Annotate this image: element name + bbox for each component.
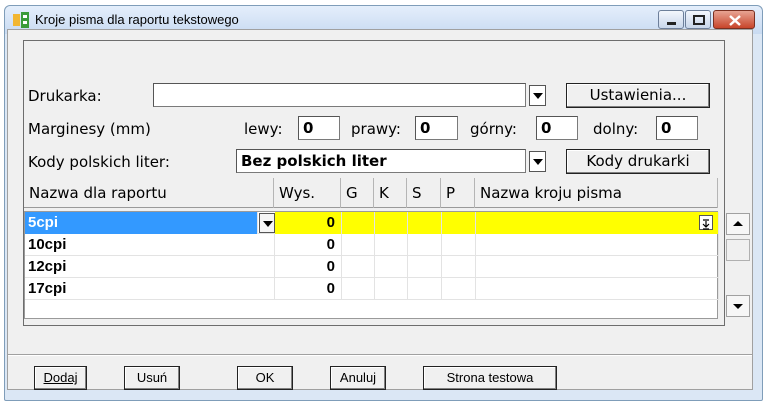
scroll-thumb[interactable] bbox=[726, 239, 750, 261]
g-cell[interactable] bbox=[342, 256, 375, 278]
printer-label: Drukarka: bbox=[28, 87, 102, 105]
s-cell[interactable] bbox=[408, 212, 442, 234]
printer-dropdown-button[interactable] bbox=[529, 85, 546, 106]
font-name-cell[interactable] bbox=[476, 212, 719, 234]
maximize-button[interactable] bbox=[685, 10, 711, 29]
row-dropdown-button[interactable] bbox=[259, 213, 275, 233]
scroll-up-button[interactable] bbox=[726, 213, 750, 235]
table-row[interactable]: 17cpi 0 bbox=[25, 278, 719, 300]
close-button[interactable] bbox=[713, 10, 755, 29]
maximize-icon bbox=[693, 15, 705, 25]
k-cell[interactable] bbox=[375, 278, 408, 300]
s-cell[interactable] bbox=[408, 256, 442, 278]
right-margin-field[interactable]: 0 bbox=[415, 116, 458, 140]
header-height[interactable]: Wys. bbox=[274, 178, 341, 208]
g-cell[interactable] bbox=[342, 234, 375, 256]
chevron-down-icon bbox=[533, 93, 543, 99]
add-button[interactable]: Dodaj bbox=[34, 366, 87, 390]
height-cell[interactable]: 0 bbox=[275, 212, 342, 234]
download-arrow-icon bbox=[702, 219, 710, 230]
height-cell[interactable]: 0 bbox=[275, 234, 342, 256]
cancel-button-label: Anuluj bbox=[339, 370, 377, 385]
right-margin-label: prawy: bbox=[351, 120, 401, 138]
remove-button[interactable]: Usuń bbox=[124, 366, 180, 390]
header-k[interactable]: K bbox=[374, 178, 407, 208]
table-row[interactable]: 5cpi 0 bbox=[25, 212, 719, 234]
ok-button[interactable]: OK bbox=[237, 366, 293, 390]
header-g[interactable]: G bbox=[341, 178, 374, 208]
header-s[interactable]: S bbox=[407, 178, 441, 208]
printer-codes-button[interactable]: Kody drukarki bbox=[566, 149, 710, 174]
k-cell[interactable] bbox=[375, 256, 408, 278]
minimize-button[interactable] bbox=[658, 10, 684, 29]
font-grid: 5cpi 0 10cpi 0 12cpi 0 17cpi 0 bbox=[24, 211, 719, 319]
p-cell[interactable] bbox=[442, 234, 476, 256]
table-row[interactable]: 12cpi 0 bbox=[25, 256, 719, 278]
scroll-down-button[interactable] bbox=[726, 295, 750, 317]
font-picker-button[interactable] bbox=[699, 215, 713, 230]
remove-button-label: Usuń bbox=[136, 370, 168, 385]
grid-header: Nazwa dla raportu Wys. G K S P Nazwa kro… bbox=[24, 178, 718, 208]
chevron-down-icon bbox=[733, 304, 743, 309]
polish-codes-combo-field[interactable]: Bez polskich liter bbox=[236, 149, 526, 173]
header-report-name[interactable]: Nazwa dla raportu bbox=[24, 178, 274, 208]
height-cell[interactable]: 0 bbox=[275, 278, 342, 300]
font-name-cell[interactable] bbox=[476, 256, 719, 278]
separator bbox=[8, 354, 752, 356]
report-name-cell[interactable]: 12cpi bbox=[25, 256, 275, 278]
s-cell[interactable] bbox=[408, 234, 442, 256]
chevron-down-icon bbox=[263, 221, 273, 227]
polish-codes-dropdown-button[interactable] bbox=[529, 151, 546, 172]
settings-button[interactable]: Ustawienia... bbox=[566, 83, 710, 108]
report-name-cell[interactable]: 10cpi bbox=[25, 234, 275, 256]
bottom-margin-field[interactable]: 0 bbox=[656, 116, 698, 140]
top-margin-field[interactable]: 0 bbox=[536, 116, 578, 140]
header-p[interactable]: P bbox=[441, 178, 475, 208]
left-margin-field[interactable]: 0 bbox=[298, 116, 340, 140]
g-cell[interactable] bbox=[342, 278, 375, 300]
g-cell[interactable] bbox=[342, 212, 375, 234]
grid-scrollbar[interactable] bbox=[726, 213, 750, 317]
s-cell[interactable] bbox=[408, 278, 442, 300]
header-font-name[interactable]: Nazwa kroju pisma bbox=[475, 178, 718, 208]
top-margin-label: górny: bbox=[470, 120, 517, 138]
left-margin-label: lewy: bbox=[244, 120, 283, 138]
report-name-cell[interactable]: 5cpi bbox=[25, 212, 258, 234]
chevron-down-icon bbox=[533, 159, 543, 165]
report-name-cell[interactable]: 17cpi bbox=[25, 278, 275, 300]
app-icon bbox=[13, 12, 29, 28]
margins-label: Marginesy (mm) bbox=[28, 120, 151, 138]
test-page-button[interactable]: Strona testowa bbox=[423, 366, 557, 390]
table-row[interactable]: 10cpi 0 bbox=[25, 234, 719, 256]
k-cell[interactable] bbox=[375, 212, 408, 234]
ok-button-label: OK bbox=[255, 370, 275, 385]
minimize-icon bbox=[667, 22, 676, 25]
p-cell[interactable] bbox=[442, 256, 476, 278]
test-page-button-label: Strona testowa bbox=[446, 370, 534, 385]
printer-combo-field[interactable] bbox=[153, 83, 526, 107]
p-cell[interactable] bbox=[442, 212, 476, 234]
add-button-label: Dodaj bbox=[43, 370, 78, 385]
k-cell[interactable] bbox=[375, 234, 408, 256]
chevron-up-icon bbox=[733, 221, 743, 226]
font-name-cell[interactable] bbox=[476, 234, 719, 256]
height-cell[interactable]: 0 bbox=[275, 256, 342, 278]
cancel-button[interactable]: Anuluj bbox=[330, 366, 386, 390]
bottom-margin-label: dolny: bbox=[593, 120, 639, 138]
p-cell[interactable] bbox=[442, 278, 476, 300]
window-title: Kroje pisma dla raportu tekstowego bbox=[35, 12, 239, 27]
polish-codes-label: Kody polskich liter: bbox=[28, 153, 170, 171]
font-name-cell[interactable] bbox=[476, 278, 719, 300]
close-icon bbox=[729, 15, 741, 26]
